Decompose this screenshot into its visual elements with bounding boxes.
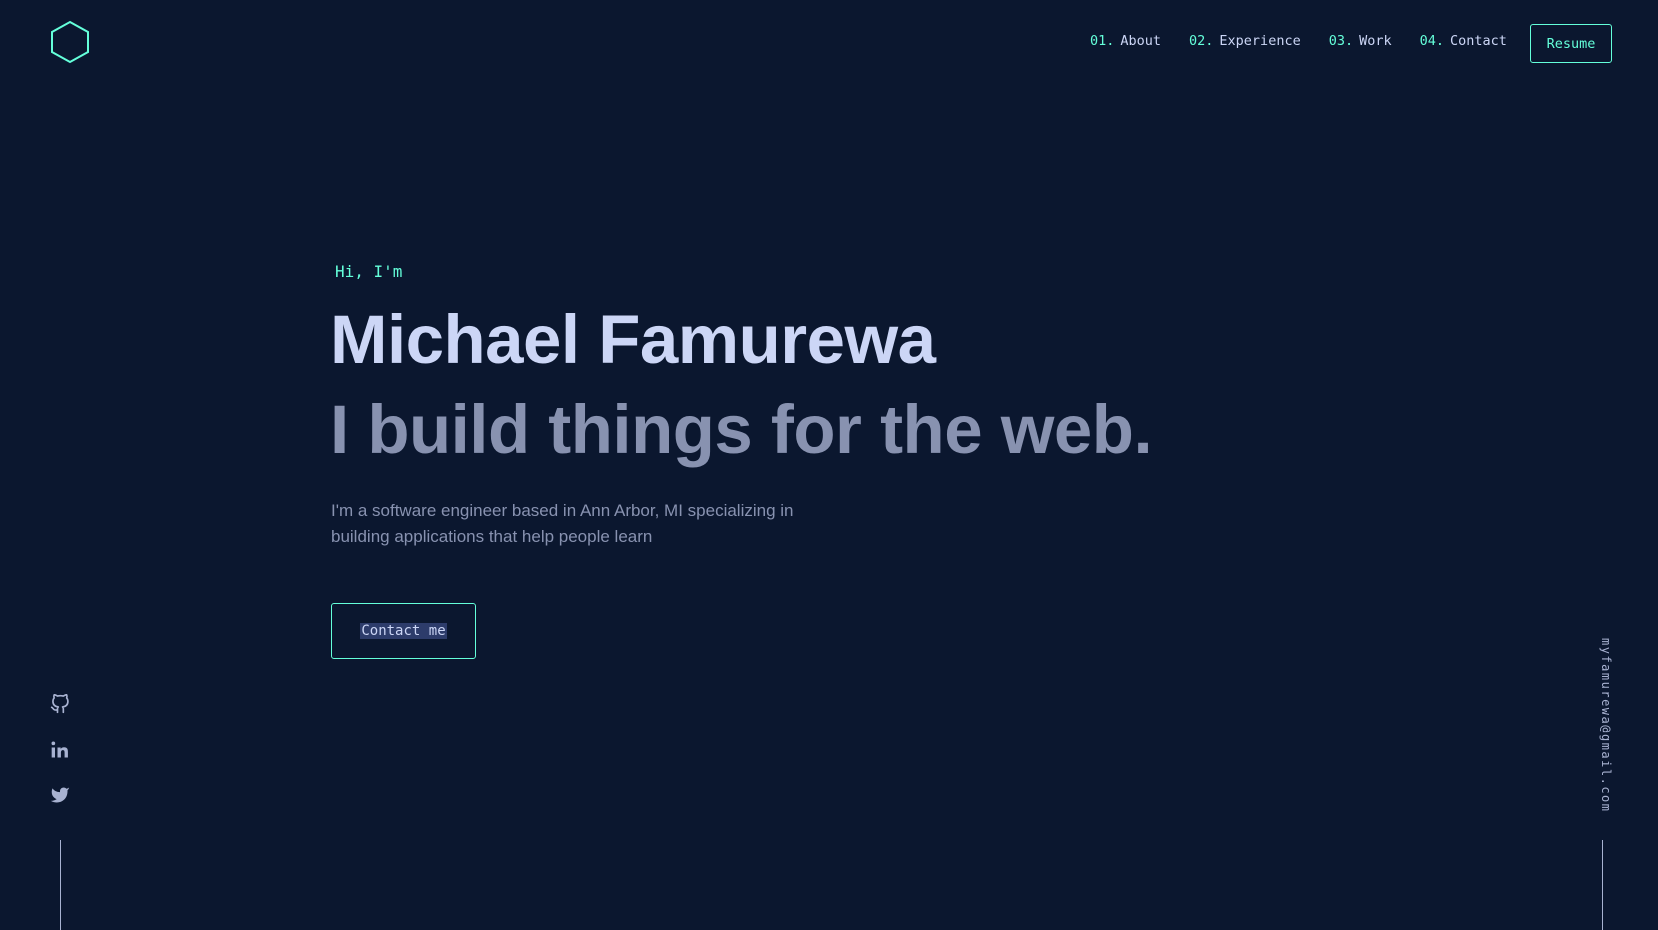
nav-item-about[interactable]: 01. About bbox=[1090, 33, 1161, 49]
portfolio-page: 01. About 02. Experience 03. Work 04. Co… bbox=[0, 0, 1658, 930]
main-nav: 01. About 02. Experience 03. Work 04. Co… bbox=[1090, 33, 1535, 49]
nav-item-experience[interactable]: 02. Experience bbox=[1189, 33, 1301, 49]
left-rail-line bbox=[60, 840, 61, 930]
hero-name: Michael Famurewa bbox=[330, 301, 936, 378]
nav-label: Contact bbox=[1450, 33, 1507, 49]
nav-item-work[interactable]: 03. Work bbox=[1329, 33, 1392, 49]
nav-number: 02. bbox=[1189, 33, 1214, 49]
hero-greeting: Hi, I'm bbox=[335, 262, 403, 281]
hero-tagline: I build things for the web. bbox=[330, 391, 1153, 468]
right-rail-line bbox=[1602, 840, 1603, 930]
nav-item-contact[interactable]: 04. Contact bbox=[1420, 33, 1507, 49]
nav-label: Work bbox=[1359, 33, 1392, 49]
nav-number: 03. bbox=[1328, 33, 1354, 49]
nav-label: Experience bbox=[1219, 33, 1301, 49]
hexagon-logo-icon[interactable] bbox=[50, 20, 90, 64]
contact-me-button[interactable]: Contact me bbox=[331, 603, 476, 659]
linkedin-icon[interactable] bbox=[48, 738, 72, 762]
resume-button[interactable]: Resume bbox=[1530, 24, 1612, 63]
github-icon[interactable] bbox=[48, 692, 72, 716]
hero-description: I'm a software engineer based in Ann Arb… bbox=[331, 501, 794, 547]
email-link[interactable]: myfamurewa@gmail.com bbox=[1593, 638, 1613, 813]
nav-number: 04. bbox=[1419, 33, 1444, 49]
nav-number: 01. bbox=[1090, 33, 1115, 49]
contact-me-label: Contact me bbox=[360, 623, 447, 639]
nav-label: About bbox=[1120, 33, 1162, 49]
twitter-icon[interactable] bbox=[48, 783, 72, 807]
